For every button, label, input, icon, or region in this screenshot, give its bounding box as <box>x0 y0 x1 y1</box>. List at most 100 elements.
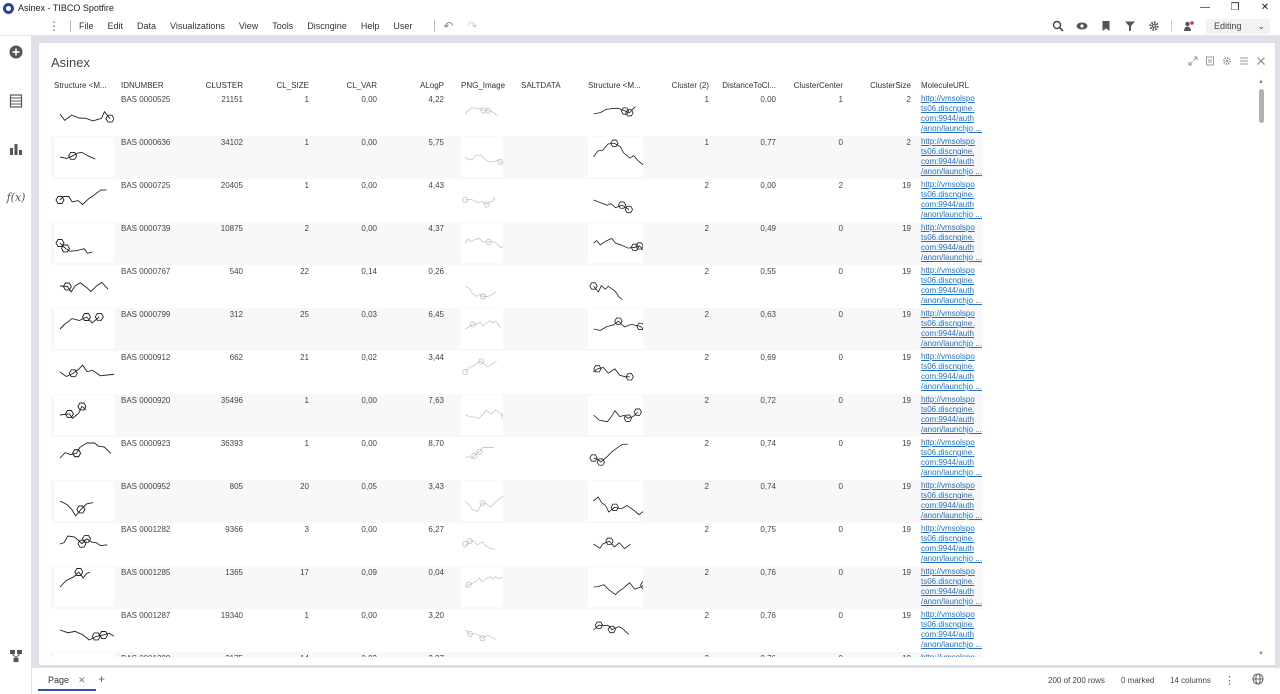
header-cluster-size-column[interactable]: ClusterSize <box>861 81 911 90</box>
restore-button[interactable]: ❐ <box>1220 0 1250 16</box>
header-structure-2-column[interactable]: Structure <M... <box>588 81 643 90</box>
tab-page[interactable]: Page ✕ <box>38 671 96 691</box>
structure-thumbnail[interactable] <box>588 352 643 392</box>
structure-thumbnail[interactable] <box>54 395 114 435</box>
visualization-types-icon[interactable] <box>8 141 24 157</box>
table-row[interactable]: BAS 0001282 9366 3 0,00 6,27 2 0,75 0 19 http://v… <box>51 523 983 566</box>
png-image-thumbnail[interactable] <box>461 266 503 306</box>
molecule-url-link[interactable]: http://vmsolspo ts06.discngine. com:9944/a… <box>921 481 983 521</box>
table-row[interactable]: BAS 0000799 312 25 0,03 6,45 2 0,63 0 19 http://v… <box>51 308 983 351</box>
molecule-url-link[interactable]: http://vmsolspo ts06.discngine. com:9944/a… <box>921 309 983 349</box>
table-row[interactable]: BAS 0001285 1365 17 0,09 0,04 2 0,76 0 19 http://… <box>51 566 983 609</box>
png-image-thumbnail[interactable] <box>461 352 503 392</box>
png-image-thumbnail[interactable] <box>461 481 503 521</box>
menu-tools[interactable]: Tools <box>272 21 293 31</box>
header-png-image-column[interactable]: PNG_Image <box>461 81 513 90</box>
table-row[interactable]: BAS 0000920 35496 1 0,00 7,63 2 0,72 0 19 http://… <box>51 394 983 437</box>
header-cl-var-column[interactable]: CL_VAR <box>329 81 377 90</box>
data-canvas-icon[interactable] <box>8 93 24 109</box>
png-image-thumbnail[interactable] <box>461 395 503 435</box>
structure-thumbnail[interactable] <box>588 266 643 306</box>
header-alogp-column[interactable]: ALogP <box>396 81 444 90</box>
mode-select[interactable]: Editing ⌄ <box>1206 18 1270 34</box>
search-icon[interactable] <box>1051 19 1065 33</box>
molecule-url-link[interactable]: http://vmsolspo ts06.discngine. com:9944/a… <box>921 180 983 220</box>
png-image-thumbnail[interactable] <box>461 94 503 134</box>
structure-thumbnail[interactable] <box>54 610 114 650</box>
png-image-thumbnail[interactable] <box>461 438 503 478</box>
png-image-thumbnail[interactable] <box>461 309 503 349</box>
structure-thumbnail[interactable] <box>54 223 114 263</box>
header-cluster-center-column[interactable]: ClusterCenter <box>791 81 843 90</box>
bookmark-icon[interactable] <box>1099 19 1113 33</box>
structure-thumbnail[interactable] <box>54 481 114 521</box>
molecule-url-link[interactable]: http://vmsolspo ts06.discngine. com:9944/a… <box>921 352 983 392</box>
structure-thumbnail[interactable] <box>588 438 643 478</box>
scroll-up-icon[interactable]: ▲ <box>1257 79 1265 85</box>
legend-icon[interactable] <box>1238 55 1250 67</box>
menu-file[interactable]: File <box>79 21 94 31</box>
recommendations-icon[interactable] <box>1075 19 1089 33</box>
molecule-url-link[interactable]: http://vmsolspo ts06.discngine. com:9944/a… <box>921 567 983 607</box>
png-image-thumbnail[interactable] <box>461 223 503 263</box>
collaboration-icon[interactable] <box>1182 19 1196 33</box>
png-image-thumbnail[interactable] <box>461 567 503 607</box>
png-image-thumbnail[interactable] <box>461 610 503 650</box>
globe-icon[interactable] <box>1252 673 1264 685</box>
menu-user[interactable]: User <box>393 21 412 31</box>
table-row[interactable]: BAS 0000739 10875 2 0,00 4,37 2 0,49 0 19 http://… <box>51 222 983 265</box>
molecule-url-link[interactable]: http://vmsolspo ts06.discngine. com:9944/a… <box>921 94 983 134</box>
filter-icon[interactable] <box>1123 19 1137 33</box>
molecule-url-link[interactable]: http://vmsolspo ts06.discngine. com:9944/a… <box>921 223 983 263</box>
structure-thumbnail[interactable] <box>54 180 114 220</box>
png-image-thumbnail[interactable] <box>461 524 503 564</box>
minimize-button[interactable]: — <box>1190 0 1220 16</box>
menu-view[interactable]: View <box>239 21 258 31</box>
header-idnumber-column[interactable]: IDNUMBER <box>121 81 191 90</box>
table-row[interactable]: BAS 0000636 34102 1 0,00 5,75 1 0,77 0 2 http://v… <box>51 136 983 179</box>
maximize-icon[interactable] <box>1187 55 1199 67</box>
structure-thumbnail[interactable] <box>54 438 114 478</box>
header-distance-column[interactable]: DistanceToCl... <box>716 81 776 90</box>
header-molecule-url-column[interactable]: MoleculeURL <box>921 81 985 90</box>
table-visualization[interactable]: Asinex Structure <M... IDNUMBER CLUSTER CL_… <box>38 42 1276 666</box>
png-image-thumbnail[interactable] <box>461 137 503 177</box>
menu-visualizations[interactable]: Visualizations <box>170 21 225 31</box>
expression-icon[interactable]: f(x) <box>7 189 26 205</box>
molecule-url-link[interactable]: http://vmsolspo ts06.discngine. com:9944/a… <box>921 524 983 564</box>
table-row[interactable]: BAS 0000767 540 22 0,14 0,26 2 0,55 0 19 http://v… <box>51 265 983 308</box>
redo-icon[interactable]: ↷ <box>467 19 477 33</box>
menu-discngine[interactable]: Discngine <box>307 21 347 31</box>
molecule-url-link[interactable]: http://vmsolspo ts06.discngine. com:9944/a… <box>921 610 983 650</box>
structure-thumbnail[interactable] <box>588 524 643 564</box>
structure-thumbnail[interactable] <box>588 309 643 349</box>
structure-thumbnail[interactable] <box>54 524 114 564</box>
png-image-thumbnail[interactable] <box>461 180 503 220</box>
structure-thumbnail[interactable] <box>588 481 643 521</box>
structure-thumbnail[interactable] <box>54 137 114 177</box>
header-cl-size-column[interactable]: CL_SIZE <box>261 81 309 90</box>
export-icon[interactable] <box>1204 55 1216 67</box>
close-page-icon[interactable]: ✕ <box>78 675 86 686</box>
add-data-icon[interactable] <box>8 44 24 60</box>
structure-thumbnail[interactable] <box>54 94 114 134</box>
structure-icon[interactable] <box>8 648 24 664</box>
close-window-button[interactable]: ✕ <box>1250 0 1280 16</box>
molecule-url-link[interactable]: http://vmsolspo ts06.discngine. com:9944/a… <box>921 137 983 177</box>
structure-thumbnail[interactable] <box>588 94 643 134</box>
molecule-url-link[interactable]: http://vmsolspo ts06.discngine. com:9944/a… <box>921 438 983 478</box>
structure-thumbnail[interactable] <box>588 567 643 607</box>
header-saltdata-column[interactable]: SALTDATA <box>521 81 576 90</box>
structure-thumbnail[interactable] <box>54 266 114 306</box>
scroll-down-icon[interactable]: ▼ <box>1257 651 1265 657</box>
table-row[interactable]: BAS 0000912 662 21 0,02 3,44 2 0,69 0 19 http://v… <box>51 351 983 394</box>
menu-data[interactable]: Data <box>137 21 156 31</box>
settings-icon[interactable] <box>1147 19 1161 33</box>
scrollbar-thumb[interactable] <box>1259 89 1264 123</box>
table-row[interactable]: BAS 0001288 2175 14 0,03 2,97 2 0,76 0 19 http://… <box>51 652 983 657</box>
molecule-url-link[interactable]: http://vmsolspo ts06.discngine. com:9944/a… <box>921 266 983 306</box>
structure-thumbnail[interactable] <box>588 395 643 435</box>
structure-thumbnail[interactable] <box>588 610 643 650</box>
molecule-url-link[interactable]: http://vmsolspo ts06.discngine. com:9944/a… <box>921 395 983 435</box>
menu-help[interactable]: Help <box>361 21 380 31</box>
